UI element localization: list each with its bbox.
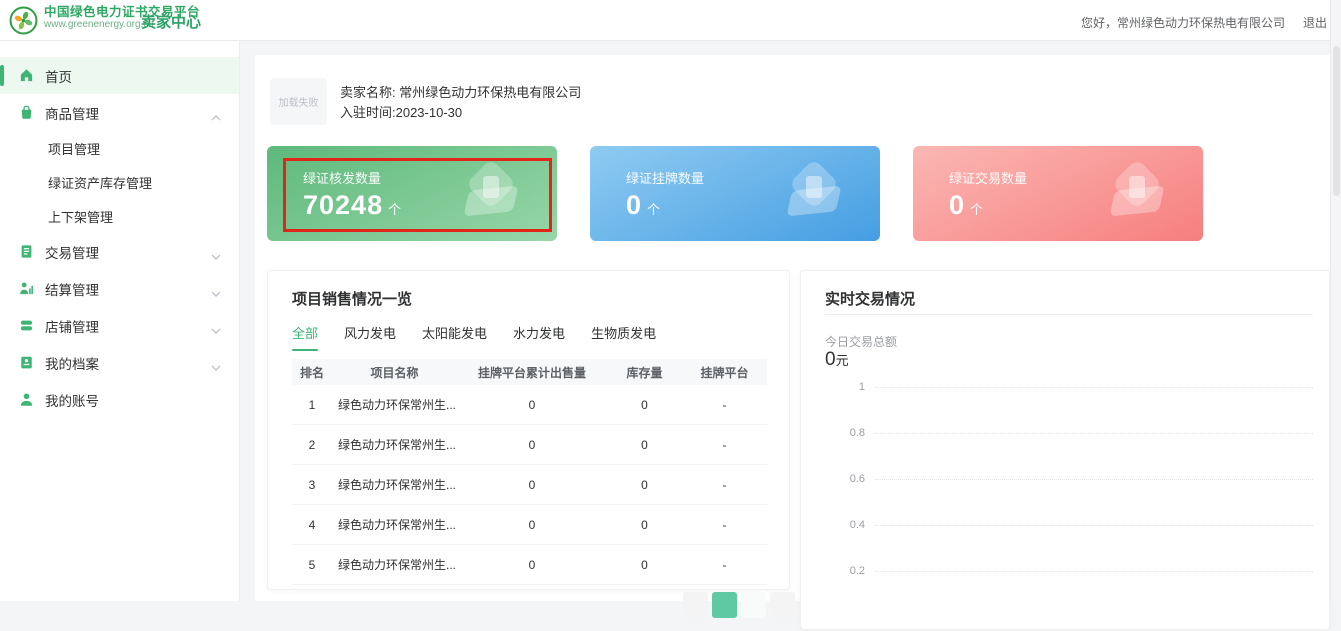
sidebar-item-goods[interactable]: 商品管理	[0, 94, 239, 131]
sidebar-item-listing-management[interactable]: 上下架管理	[0, 199, 239, 233]
chevron-down-icon[interactable]	[211, 285, 221, 292]
goods-icon	[19, 105, 34, 120]
home-icon	[19, 68, 34, 83]
table-row: 5绿色动力环保常州生...00-	[292, 545, 767, 585]
chart-gridline: 1	[801, 387, 1331, 401]
y-axis-tick-label: 0.4	[821, 519, 865, 531]
today-total-value: 0元	[825, 349, 849, 371]
tab-solar[interactable]: 太阳能发电	[422, 323, 487, 351]
platform-logo-icon	[9, 6, 38, 35]
sidebar-item-shop[interactable]: 店铺管理	[0, 307, 239, 344]
y-axis-tick-label: 0.2	[821, 565, 865, 577]
seller-name: 卖家名称: 常州绿色动力环保热电有限公司	[340, 82, 581, 101]
tab-hydro[interactable]: 水力发电	[513, 323, 565, 351]
sales-table: 排名 项目名称 挂牌平台累计出售量 库存量 挂牌平台 1绿色动力环保常州生...…	[292, 359, 767, 585]
archive-icon	[19, 355, 34, 370]
tab-wind[interactable]: 风力发电	[344, 323, 396, 351]
stat-card-listed: 绿证挂牌数量 0个	[590, 146, 880, 241]
project-sales-panel: 项目销售情况一览 全部 风力发电 太阳能发电 水力发电 生物质发电 排名 项目名…	[267, 270, 790, 590]
sidebar-item-project-management[interactable]: 项目管理	[0, 131, 239, 165]
user-greeting: 您好，常州绿色动力环保热电有限公司	[1081, 16, 1285, 30]
listed-count: 0	[626, 190, 642, 220]
sidebar-item-account[interactable]: 我的账号	[0, 381, 239, 418]
realtime-trade-panel: 实时交易情况 今日交易总额 0元 1 0.8 0.6 0.4 0.2	[800, 270, 1330, 630]
pagination-next-button[interactable]	[770, 592, 795, 618]
seller-avatar-placeholder: 加载失败	[270, 78, 327, 125]
chevron-down-icon[interactable]	[211, 248, 221, 255]
sidebar-item-archive[interactable]: 我的档案	[0, 344, 239, 381]
sidebar-item-settlement[interactable]: 结算管理	[0, 270, 239, 307]
table-row: 2绿色动力环保常州生...00-	[292, 425, 767, 465]
shop-icon	[19, 318, 34, 333]
realtime-trade-chart: 1 0.8 0.6 0.4 0.2	[801, 379, 1331, 631]
chart-gridline: 0.8	[801, 433, 1331, 447]
pagination-page-2[interactable]	[741, 592, 766, 618]
stats-row: 绿证核发数量 70248个 绿证挂牌数量 0个 绿证交易数量 0个	[255, 146, 1330, 241]
energy-type-tabs: 全部 风力发电 太阳能发电 水力发电 生物质发电	[292, 323, 682, 351]
table-row: 4绿色动力环保常州生...00-	[292, 505, 767, 545]
stat-card-issued: 绿证核发数量 70248个	[267, 146, 557, 241]
seller-joined-date: 入驻时间:2023-10-30	[340, 102, 462, 121]
sidebar-item-gc-asset-inventory[interactable]: 绿证资产库存管理	[0, 165, 239, 199]
certificate-3d-icon	[784, 162, 846, 224]
y-axis-tick-label: 0.8	[821, 427, 865, 439]
chart-gridline: 0.4	[801, 525, 1331, 539]
y-axis-tick-label: 0.6	[821, 473, 865, 485]
traded-count: 0	[949, 190, 965, 220]
main-content: 加载失败 卖家名称: 常州绿色动力环保热电有限公司 入驻时间:2023-10-3…	[255, 55, 1330, 601]
trade-icon	[19, 244, 34, 259]
page-scrollbar[interactable]	[1330, 0, 1341, 601]
panel-divider	[825, 314, 1313, 315]
chevron-down-icon[interactable]	[211, 359, 221, 366]
logout-link[interactable]: 退出	[1303, 16, 1327, 30]
sidebar: 首页 商品管理 项目管理 绿证资产库存管理 上下架管理 交易管理 结算管理 店铺…	[0, 41, 240, 601]
sidebar-item-trade[interactable]: 交易管理	[0, 233, 239, 270]
project-sales-title: 项目销售情况一览	[292, 288, 412, 309]
chevron-up-icon[interactable]	[211, 109, 221, 116]
table-row: 3绿色动力环保常州生...00-	[292, 465, 767, 505]
sidebar-item-home[interactable]: 首页	[0, 57, 239, 94]
table-row: 1绿色动力环保常州生...00-	[292, 385, 767, 425]
tab-all[interactable]: 全部	[292, 323, 318, 351]
pagination-page-1[interactable]	[712, 592, 737, 618]
certificate-3d-icon	[1107, 162, 1169, 224]
chevron-down-icon[interactable]	[211, 322, 221, 329]
sales-table-body: 1绿色动力环保常州生...00-2绿色动力环保常州生...00-3绿色动力环保常…	[292, 385, 767, 585]
chart-gridline: 0.2	[801, 571, 1331, 585]
stat-card-traded: 绿证交易数量 0个	[913, 146, 1203, 241]
scrollbar-thumb[interactable]	[1333, 46, 1340, 196]
tab-biomass[interactable]: 生物质发电	[591, 323, 656, 351]
account-icon	[19, 392, 34, 407]
settlement-icon	[19, 281, 34, 296]
portal-title: 卖家中心	[141, 11, 201, 32]
chart-gridline: 0.6	[801, 479, 1331, 493]
realtime-trade-title: 实时交易情况	[825, 288, 915, 309]
today-total-label: 今日交易总额	[825, 333, 897, 350]
y-axis-tick-label: 1	[821, 381, 865, 393]
annotation-highlight-box	[283, 158, 552, 232]
pagination-prev-button[interactable]	[683, 592, 708, 618]
top-bar: 中国绿色电力证书交易平台 www.greenenergy.org.cn 卖家中心…	[0, 0, 1341, 41]
pagination	[683, 592, 799, 618]
sales-table-header: 排名 项目名称 挂牌平台累计出售量 库存量 挂牌平台	[292, 359, 767, 385]
